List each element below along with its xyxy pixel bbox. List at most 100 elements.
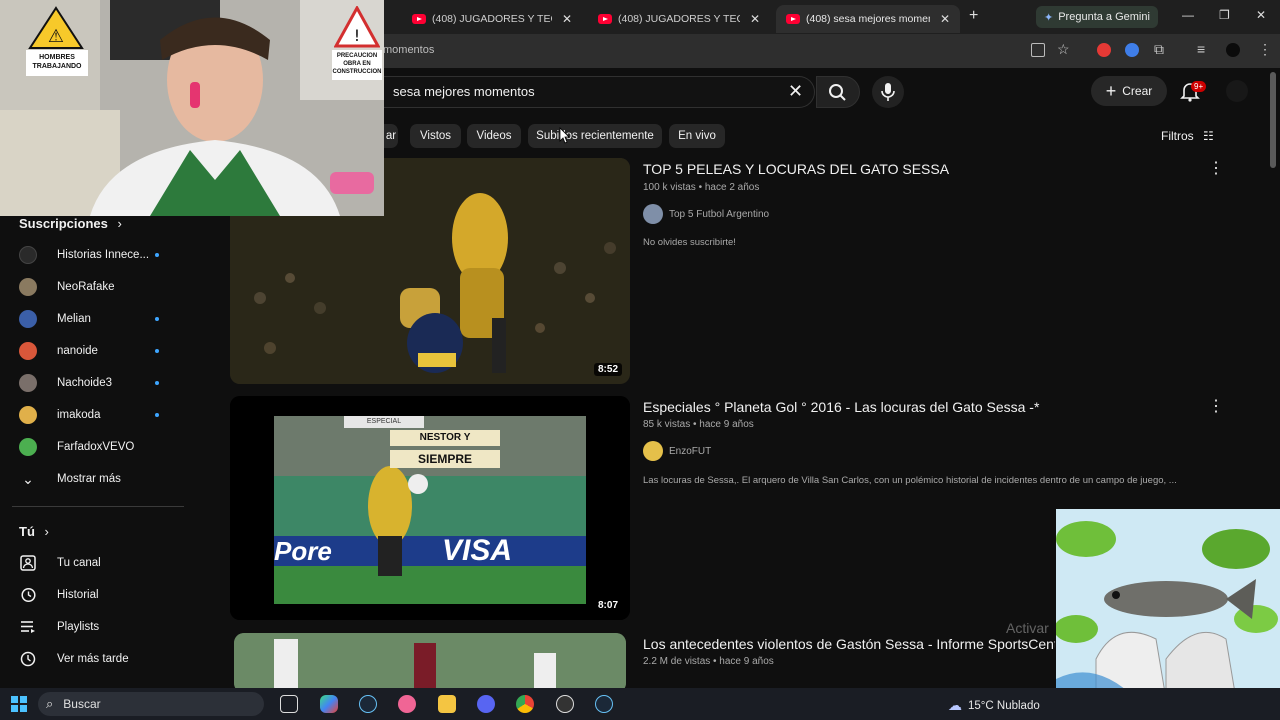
- channel-link[interactable]: Top 5 Futbol Argentino: [643, 204, 769, 224]
- you-heading-label: Tú: [19, 524, 35, 539]
- weather-widget[interactable]: ☁ 15°C Nublado: [948, 697, 1040, 714]
- chip-videos[interactable]: Videos: [467, 124, 521, 148]
- discord-icon[interactable]: [477, 695, 495, 713]
- show-more-button[interactable]: ⌄ Mostrar más: [19, 468, 179, 490]
- more-actions-icon[interactable]: ⋮: [1208, 158, 1224, 178]
- channel-avatar: [643, 441, 663, 461]
- extensions-puzzle-icon[interactable]: ⧉: [1154, 41, 1164, 58]
- bookmark-star-icon[interactable]: ☆: [1057, 41, 1070, 58]
- new-content-dot: [155, 253, 159, 257]
- sidebar-item-nanoide[interactable]: nanoide: [19, 340, 179, 362]
- search-icon: [829, 84, 846, 101]
- channel-avatar: [19, 406, 37, 424]
- video-duration: 8:52: [593, 363, 622, 376]
- tab-close-icon[interactable]: ✕: [930, 12, 950, 26]
- special-badge: ESPECIAL: [344, 416, 424, 428]
- tab-close-icon[interactable]: ✕: [552, 12, 572, 26]
- sidebar-item-historial[interactable]: Historial: [19, 584, 179, 606]
- sidebar-item-melian[interactable]: Melian: [19, 308, 179, 330]
- filters-sliders-icon: ☷: [1203, 129, 1214, 143]
- sidebar-divider: [12, 506, 184, 507]
- video-thumbnail[interactable]: [234, 633, 626, 693]
- app-pink-icon[interactable]: [398, 695, 416, 713]
- sidebar-item-historias[interactable]: Historias Innece...: [19, 244, 179, 266]
- taskbar-search-box[interactable]: ⌕ Buscar: [38, 692, 264, 716]
- new-tab-button[interactable]: +: [969, 7, 978, 25]
- video-duration: 8:07: [593, 599, 622, 612]
- chevron-right-icon: ›: [44, 524, 49, 539]
- filters-button[interactable]: Filtros ☷: [1161, 129, 1214, 143]
- chrome-icon[interactable]: [516, 695, 534, 713]
- channel-link[interactable]: EnzoFUT: [643, 441, 711, 461]
- voice-search-button[interactable]: [872, 76, 904, 108]
- svg-text:⚠: ⚠: [48, 26, 64, 47]
- youtube-favicon-icon: [412, 14, 426, 24]
- gemini-button[interactable]: ✦ Pregunta a Gemini: [1036, 6, 1158, 28]
- search-button[interactable]: [816, 76, 860, 108]
- chip-subidos-recientemente[interactable]: Subidos recientemente: [528, 124, 662, 148]
- browser-menu-icon[interactable]: ⋮: [1258, 41, 1272, 58]
- subscriptions-heading[interactable]: Suscripciones ›: [19, 216, 122, 231]
- playlists-icon: [19, 618, 37, 636]
- obs-icon[interactable]: [556, 695, 574, 713]
- create-button[interactable]: + Crear: [1091, 76, 1167, 106]
- sidebar-item-neorafake[interactable]: NeoRafake: [19, 276, 179, 298]
- webcam-sign-right: PRECAUCION OBRA EN CONSTRUCCION: [332, 50, 382, 80]
- more-actions-icon[interactable]: ⋮: [1208, 396, 1224, 416]
- sidebar-item-playlists[interactable]: Playlists: [19, 616, 179, 638]
- video-description: No olvides suscribirte!: [643, 237, 736, 248]
- browser-tab-active[interactable]: (408) sesa mejores momentos ✕: [776, 5, 960, 33]
- chip-vistos[interactable]: Vistos: [410, 124, 461, 148]
- sidebar-item-ver-mas-tarde[interactable]: Ver más tarde: [19, 648, 179, 670]
- video-title[interactable]: TOP 5 PELEAS Y LOCURAS DEL GATO SESSA: [643, 161, 949, 177]
- sidebar-item-nachoide3[interactable]: Nachoide3: [19, 372, 179, 394]
- account-avatar[interactable]: [1226, 80, 1248, 102]
- sidebar-item-label: FarfadoxVEVO: [57, 441, 135, 453]
- browser-tab-2[interactable]: (408) JUGADORES Y TECNICOS ✕: [588, 5, 770, 33]
- steam-icon[interactable]: [359, 695, 377, 713]
- tab-close-icon[interactable]: ✕: [740, 12, 760, 26]
- sidebar-item-label: Historial: [57, 589, 99, 601]
- file-explorer-icon[interactable]: [438, 695, 456, 713]
- you-heading[interactable]: Tú ›: [19, 524, 49, 539]
- chip-en-vivo[interactable]: En vivo: [669, 124, 725, 148]
- channel-avatar: [19, 438, 37, 456]
- weather-text: 15°C Nublado: [968, 699, 1040, 712]
- restore-icon[interactable]: ❐: [1219, 8, 1230, 22]
- new-content-dot: [155, 317, 159, 321]
- install-app-icon[interactable]: [1031, 43, 1045, 57]
- profile-avatar-icon[interactable]: [1226, 43, 1240, 57]
- channel-name: EnzoFUT: [669, 445, 712, 457]
- sidebar-item-imakoda[interactable]: imakoda: [19, 404, 179, 426]
- browser-tab-1[interactable]: (408) JUGADORES Y TECNICOS ✕: [402, 5, 582, 33]
- svg-text:!: !: [354, 26, 360, 45]
- task-view-icon[interactable]: [280, 695, 298, 713]
- steam-icon-2[interactable]: [595, 695, 613, 713]
- windows-start-icon[interactable]: [11, 696, 27, 712]
- window-close-icon[interactable]: ✕: [1256, 8, 1266, 22]
- copilot-icon[interactable]: [320, 695, 338, 713]
- extension-red-icon[interactable]: [1097, 43, 1111, 57]
- show-more-label: Mostrar más: [57, 473, 121, 485]
- video-title[interactable]: Los antecedentes violentos de Gastón Ses…: [643, 636, 1055, 652]
- address-bar[interactable]: momentos: [383, 44, 434, 56]
- sidebar-item-farfadoxvevo[interactable]: FarfadoxVEVO: [19, 436, 179, 458]
- filters-label: Filtros: [1161, 129, 1194, 143]
- plus-icon: +: [1105, 81, 1117, 101]
- sidebar-item-label: Playlists: [57, 621, 100, 633]
- stadium-banner-2: SIEMPRE: [390, 450, 500, 468]
- extension-blue-icon[interactable]: [1125, 43, 1139, 57]
- clear-search-icon[interactable]: ✕: [788, 81, 803, 102]
- sidebar-item-label: NeoRafake: [57, 281, 115, 293]
- video-thumbnail[interactable]: ESPECIAL NESTOR Y SIEMPRE Pore VISA 8:07: [230, 396, 630, 620]
- sidebar-item-label: Nachoide3: [57, 377, 112, 389]
- new-content-dot: [155, 349, 159, 353]
- minimize-icon[interactable]: —: [1182, 8, 1194, 22]
- video-title[interactable]: Especiales ° Planeta Gol ° 2016 - Las lo…: [643, 399, 1039, 415]
- gemini-label: Pregunta a Gemini: [1058, 11, 1150, 23]
- sidebar-item-tu-canal[interactable]: Tu canal: [19, 552, 179, 574]
- media-controls-icon[interactable]: ≡: [1197, 41, 1205, 57]
- chip-partial[interactable]: ar: [384, 124, 398, 148]
- tab-title: (408) JUGADORES Y TECNICOS: [432, 13, 552, 25]
- page-scrollbar[interactable]: [1270, 72, 1276, 168]
